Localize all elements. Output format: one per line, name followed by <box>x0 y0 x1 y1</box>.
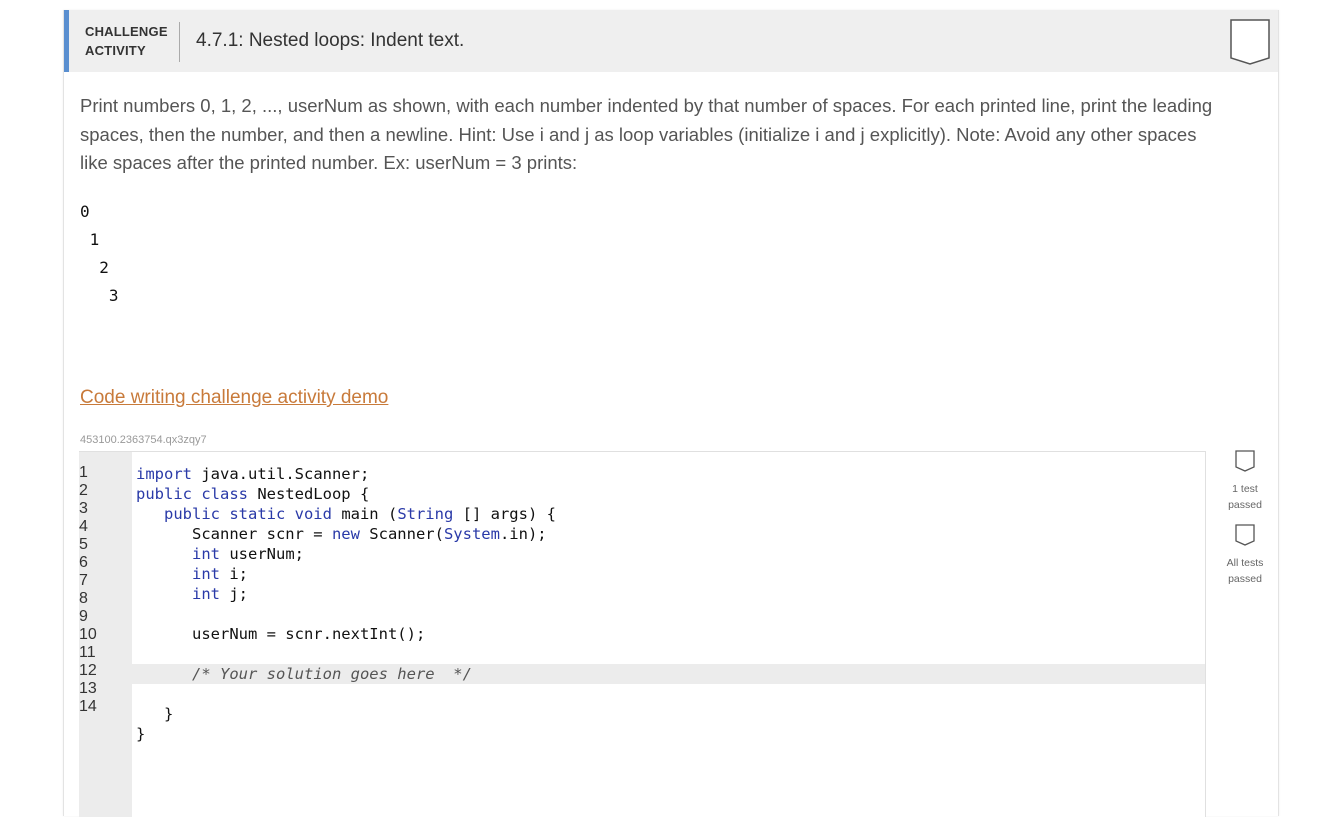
code-line[interactable]: public static void main (String [] args)… <box>132 504 1205 524</box>
code-id: 453100.2363754.qx3zqy7 <box>80 434 207 446</box>
code-line[interactable]: int i; <box>132 564 1205 584</box>
line-number: 10 <box>79 626 97 643</box>
test-status-1: 1 test passed <box>1222 450 1268 513</box>
code-line[interactable] <box>132 644 1205 664</box>
code-line[interactable]: Scanner scnr = new Scanner(System.in); <box>132 524 1205 544</box>
line-number: 13 <box>79 680 97 697</box>
line-number: 5 <box>79 536 88 553</box>
test-status-text: passed <box>1228 499 1262 511</box>
activity-header: CHALLENGE ACTIVITY 4.7.1: Nested loops: … <box>64 10 1278 72</box>
activity-type-line2: ACTIVITY <box>85 43 146 58</box>
code-line[interactable] <box>132 604 1205 624</box>
code-line[interactable]: } <box>132 724 1205 744</box>
test-status-2: All tests passed <box>1222 524 1268 587</box>
line-number: 12 <box>79 662 97 679</box>
test-status-label: 1 test passed <box>1222 481 1268 513</box>
line-number: 14 <box>79 698 97 715</box>
code-line[interactable] <box>132 684 1205 704</box>
example-output: 0 1 2 3 <box>80 198 119 310</box>
line-number: 7 <box>79 572 88 589</box>
code-line[interactable]: } <box>132 704 1205 724</box>
line-number: 4 <box>79 518 88 535</box>
code-line-active[interactable]: /* Your solution goes here */ <box>132 664 1205 684</box>
test-status-shield-icon <box>1235 524 1255 546</box>
challenge-activity-card: CHALLENGE ACTIVITY 4.7.1: Nested loops: … <box>63 10 1279 817</box>
code-line[interactable]: int j; <box>132 584 1205 604</box>
example-line: 0 <box>80 202 90 221</box>
test-status-label: All tests passed <box>1222 555 1268 587</box>
line-number: 9 <box>79 608 88 625</box>
line-number: 1 <box>79 464 88 481</box>
test-status-text: 1 test <box>1232 483 1258 495</box>
completion-shield-icon <box>1230 19 1270 65</box>
code-lines[interactable]: import java.util.Scanner; public class N… <box>132 464 1205 744</box>
line-number: 6 <box>79 554 88 571</box>
code-line[interactable]: int userNum; <box>132 544 1205 564</box>
activity-type-label: CHALLENGE ACTIVITY <box>85 22 175 60</box>
code-editor[interactable]: 1 2 3 4 5 6 7 8 9 10 11 12 13 14 import … <box>79 451 1206 817</box>
line-number: 3 <box>79 500 88 517</box>
line-numbers: 1 2 3 4 5 6 7 8 9 10 11 12 13 14 <box>79 464 132 716</box>
demo-link[interactable]: Code writing challenge activity demo <box>80 387 388 409</box>
example-line: 2 <box>80 258 109 277</box>
line-number: 8 <box>79 590 88 607</box>
activity-type-line1: CHALLENGE <box>85 24 168 39</box>
code-line[interactable]: import java.util.Scanner; <box>132 464 1205 484</box>
line-number: 2 <box>79 482 88 499</box>
code-line[interactable]: public class NestedLoop { <box>132 484 1205 504</box>
header-divider <box>179 22 180 62</box>
test-status-shield-icon <box>1235 450 1255 472</box>
test-status-text: All tests <box>1226 557 1264 569</box>
activity-title: 4.7.1: Nested loops: Indent text. <box>196 30 465 51</box>
code-line[interactable]: userNum = scnr.nextInt(); <box>132 624 1205 644</box>
example-line: 1 <box>80 230 100 249</box>
activity-description: Print numbers 0, 1, 2, ..., userNum as s… <box>80 95 1213 173</box>
line-number: 11 <box>79 644 96 661</box>
example-line: 3 <box>80 286 119 305</box>
test-status-text: passed <box>1228 573 1262 585</box>
